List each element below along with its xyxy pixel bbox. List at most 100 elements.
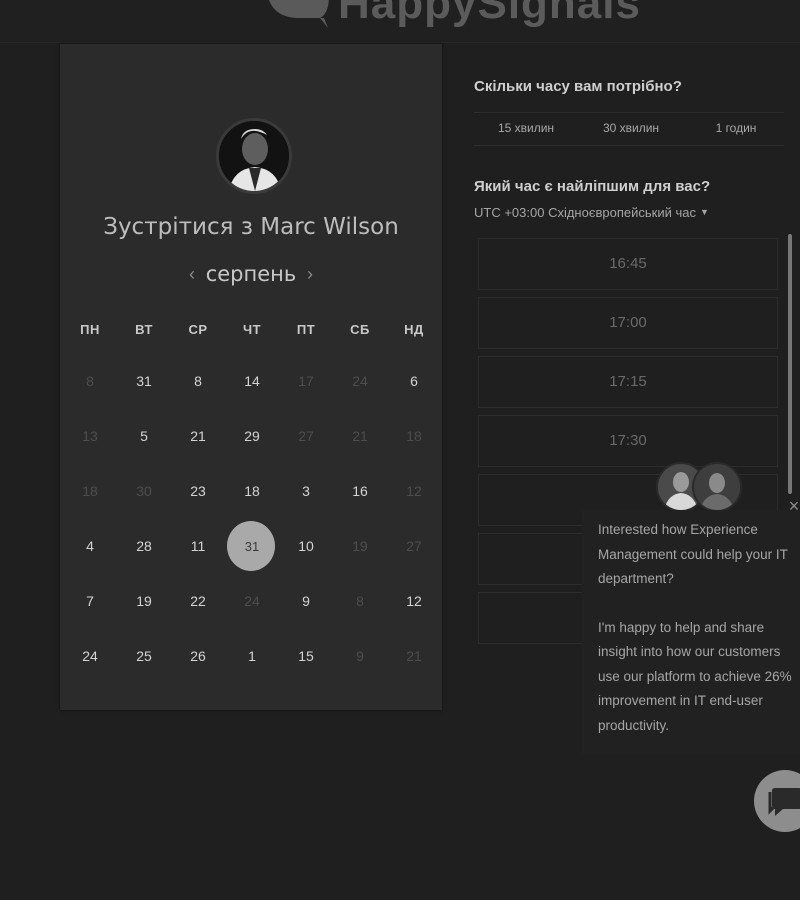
weekday-label: ПТ [296, 322, 316, 337]
calendar-day-number: 29 [244, 428, 260, 444]
calendar-day[interactable]: 15 [279, 631, 333, 681]
calendar-day[interactable]: 29 [225, 411, 279, 461]
brand-name: HappySignals [338, 0, 641, 28]
chevron-right-icon[interactable]: › [300, 264, 320, 285]
calendar-day-number: 17 [298, 373, 314, 389]
duration-option[interactable]: 15 хвилин [474, 121, 578, 135]
calendar-day[interactable]: 10 [279, 521, 333, 571]
calendar-day-number: 31 [136, 373, 152, 389]
calendar-day[interactable]: 18 [225, 466, 279, 516]
calendar-day-number: 12 [406, 483, 422, 499]
calendar-day[interactable]: 9 [279, 576, 333, 626]
slot-list-scrollbar[interactable] [788, 234, 792, 494]
calendar-day: 21 [333, 411, 387, 461]
calendar-day-number: 25 [136, 648, 152, 664]
calendar-day[interactable]: 16 [333, 466, 387, 516]
calendar-day-number: 24 [352, 373, 368, 389]
calendar-day: 18 [387, 411, 441, 461]
time-slot-button[interactable]: 17:15 [478, 356, 778, 408]
calendar-day-number: 24 [244, 593, 260, 609]
calendar-day: 8 [63, 356, 117, 406]
calendar-day-number: 27 [298, 428, 314, 444]
calendar-day-number: 9 [302, 593, 310, 609]
duration-options: 15 хвилин 30 хвилин 1 годин [474, 112, 784, 146]
weekday-label: СР [188, 322, 208, 337]
calendar-day-number: 18 [82, 483, 98, 499]
happysignals-logo[interactable]: HappySignals [262, 0, 641, 30]
calendar-day[interactable]: 24 [63, 631, 117, 681]
weekday-label: ВТ [135, 322, 153, 337]
calendar-day: 24 [225, 576, 279, 626]
month-navigation: ‹ серпень › [60, 262, 442, 292]
calendar-day-number: 21 [406, 648, 422, 664]
calendar-day-number: 3 [302, 483, 310, 499]
time-slot-button[interactable]: 17:30 [478, 415, 778, 467]
time-slot-button[interactable]: 16:45 [478, 238, 778, 290]
calendar-day: 21 [387, 631, 441, 681]
weekday-label: ЧТ [242, 322, 262, 337]
calendar-day[interactable]: 14 [225, 356, 279, 406]
calendar-day[interactable]: 26 [171, 631, 225, 681]
calendar-day[interactable]: 22 [171, 576, 225, 626]
calendar-day-number: 24 [82, 648, 98, 664]
calendar-day-number: 5 [140, 428, 148, 444]
calendar-day: 12 [387, 466, 441, 516]
chat-bubble-icon [768, 788, 800, 816]
caret-down-icon: ▼ [699, 207, 709, 217]
top-bar: HappySignals [0, 0, 800, 43]
logo-mark-icon [262, 0, 332, 30]
calendar-day[interactable]: 28 [117, 521, 171, 571]
weekday-label: ПН [80, 322, 100, 337]
time-question: Який час є найліпшим для вас? [474, 178, 711, 195]
duration-option[interactable]: 1 годин [684, 121, 788, 135]
timezone-label: UTC +03:00 Східноєвропейський час [474, 205, 696, 220]
calendar-day[interactable]: 3 [279, 466, 333, 516]
calendar-day[interactable]: 1 [225, 631, 279, 681]
calendar-day[interactable]: 11 [171, 521, 225, 571]
calendar-day: 9 [333, 631, 387, 681]
meet-title: Зустрітися з Marc Wilson [103, 214, 399, 240]
calendar-day-number: 19 [136, 593, 152, 609]
calendar-card: Зустрітися з Marc Wilson ‹ серпень › ПН В… [60, 44, 442, 710]
calendar-day-number: 11 [190, 538, 206, 554]
calendar-day-number: 27 [406, 538, 422, 554]
calendar-day-number: 26 [190, 648, 206, 664]
calendar-day: 8 [333, 576, 387, 626]
chat-message: Interested how Experience Management cou… [598, 518, 798, 738]
calendar-day[interactable]: 5 [117, 411, 171, 461]
calendar-day[interactable]: 7 [63, 576, 117, 626]
chat-agent-avatar [692, 462, 742, 512]
calendar-day-number: 9 [356, 648, 364, 664]
duration-option[interactable]: 30 хвилин [579, 121, 683, 135]
calendar-day-number: 4 [86, 538, 94, 554]
calendar-day[interactable]: 21 [171, 411, 225, 461]
time-slot-button[interactable]: 17:00 [478, 297, 778, 349]
calendar-day-number: 8 [86, 373, 94, 389]
calendar-day-selected[interactable]: 31 [225, 521, 279, 571]
calendar-day[interactable]: 6 [387, 356, 441, 406]
calendar-day[interactable]: 4 [63, 521, 117, 571]
calendar-day[interactable]: 23 [171, 466, 225, 516]
calendar-day-number: 7 [86, 593, 94, 609]
timezone-select[interactable]: UTC +03:00 Східноєвропейський час ▼ [474, 205, 709, 220]
calendar-day: 19 [333, 521, 387, 571]
calendar-day-number: 6 [410, 373, 418, 389]
calendar-day[interactable]: 31 [117, 356, 171, 406]
chat-agent-avatars [656, 462, 742, 512]
calendar-day[interactable]: 8 [171, 356, 225, 406]
month-label: серпень [205, 262, 297, 286]
calendar-day: 27 [279, 411, 333, 461]
calendar-day[interactable]: 19 [117, 576, 171, 626]
calendar-day-number: 21 [352, 428, 368, 444]
duration-question: Скільки часу вам потрібно? [474, 78, 682, 95]
calendar-day[interactable]: 25 [117, 631, 171, 681]
calendar-day-number: 23 [190, 483, 206, 499]
calendar-day: 27 [387, 521, 441, 571]
chat-message-body: I'm happy to help and share insight into… [598, 619, 792, 733]
calendar-day-number: 31 [244, 539, 260, 554]
calendar-day-number: 28 [136, 538, 152, 554]
calendar-day[interactable]: 12 [387, 576, 441, 626]
chat-launcher-button[interactable] [754, 770, 800, 832]
calendar-day-number: 13 [82, 428, 98, 444]
chat-message-intro: Interested how Experience Management cou… [598, 522, 788, 586]
